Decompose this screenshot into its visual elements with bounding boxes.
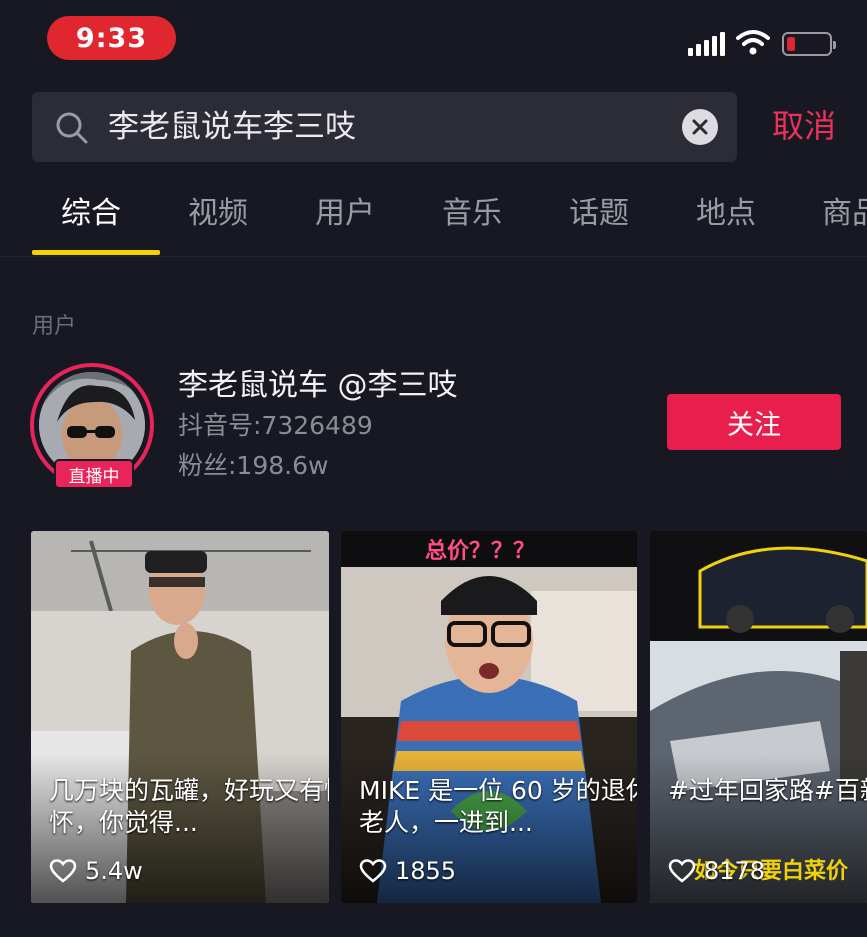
section-label-users: 用户 [32, 314, 77, 339]
search-input[interactable]: 李老鼠说车李三吱 [108, 108, 356, 146]
video-like-count: 1855 [395, 857, 457, 885]
video-likes: 8178 [668, 857, 765, 885]
tab-places[interactable]: 地点 [696, 194, 756, 234]
tab-music[interactable]: 音乐 [442, 194, 502, 234]
wifi-icon [736, 30, 770, 55]
search-icon [56, 112, 88, 144]
video-title: 几万块的瓦罐，好玩又有情怀，你觉得... [49, 776, 329, 837]
video-card[interactable]: #过年回家路#百新年 5.7升美系大 如今只要白菜价 8178 [650, 531, 867, 903]
video-like-count: 5.4w [85, 857, 143, 885]
status-time: 9:33 [47, 16, 176, 60]
user-name[interactable]: 李老鼠说车 @李三吱 [178, 366, 458, 406]
video-title: MIKE 是一位 60 岁的退休老人，一进到... [359, 776, 637, 837]
video-title: #过年回家路#百新年 5.7升美系大 [668, 776, 867, 805]
close-icon [692, 119, 708, 135]
active-tab-indicator [32, 250, 160, 255]
cancel-button[interactable]: 取消 [772, 106, 836, 146]
video-card[interactable]: 总价？？？ MIKE 是一位 60 岁的退休老人，一进到... 1855 [341, 531, 637, 903]
video-card[interactable]: 几万块的瓦罐，好玩又有情怀，你觉得... 5.4w [31, 531, 329, 903]
live-badge: 直播中 [54, 459, 134, 489]
heart-icon [668, 859, 696, 883]
tab-products[interactable]: 商品 [822, 194, 867, 234]
video-like-count: 8178 [704, 857, 766, 885]
battery-icon [782, 32, 836, 56]
tab-topics[interactable]: 话题 [569, 194, 629, 234]
video-likes: 5.4w [49, 857, 143, 885]
heart-icon [359, 859, 387, 883]
cellular-signal-icon [688, 30, 726, 56]
tab-comprehensive[interactable]: 综合 [61, 194, 121, 234]
divider [0, 256, 867, 257]
tab-videos[interactable]: 视频 [188, 194, 248, 234]
user-fan-count: 粉丝:198.6w [178, 451, 329, 480]
heart-icon [49, 859, 77, 883]
follow-button[interactable]: 关注 [667, 394, 841, 450]
video-likes: 1855 [359, 857, 456, 885]
clear-search-button[interactable] [682, 109, 718, 145]
user-account-id: 抖音号:7326489 [178, 411, 373, 440]
tab-users[interactable]: 用户 [315, 194, 375, 234]
video-caption: 总价？？？ [425, 539, 536, 564]
